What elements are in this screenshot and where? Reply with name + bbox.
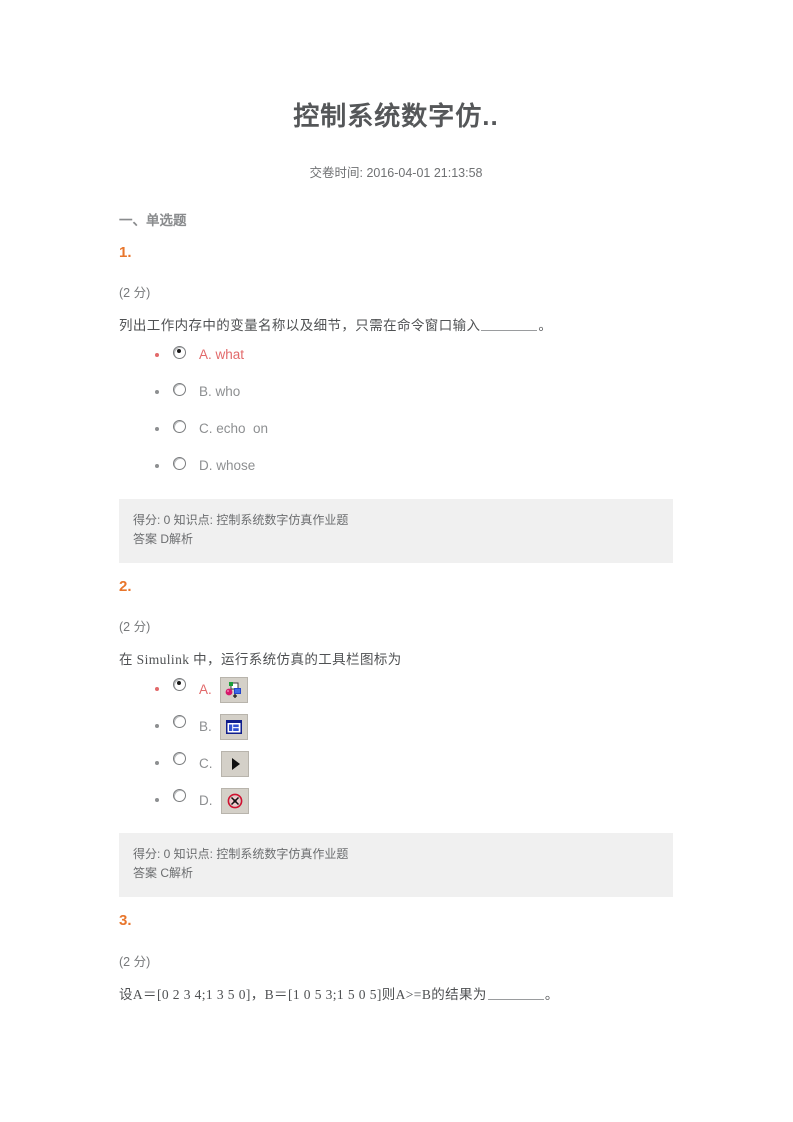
question-score: (2 分) bbox=[119, 620, 151, 635]
bullet-icon bbox=[155, 464, 159, 469]
option-label: A. what bbox=[199, 347, 245, 363]
answer-score-line: 得分: 0 知识点: 控制系统数字仿真作业题 bbox=[133, 846, 349, 861]
question-score: (2 分) bbox=[119, 954, 151, 969]
question-stem-text: 设A＝[0 2 3 4;1 3 5 0]，B＝[1 0 5 3;1 5 0 5]… bbox=[119, 986, 487, 1002]
option-label: B. bbox=[199, 718, 212, 734]
submit-time-value: 2016-04-01 21:13:58 bbox=[366, 165, 483, 180]
bullet-icon bbox=[155, 687, 159, 692]
radio-icon[interactable] bbox=[173, 714, 186, 728]
radio-icon[interactable] bbox=[173, 419, 186, 433]
option-label: B. who bbox=[199, 384, 241, 400]
radio-icon[interactable] bbox=[173, 456, 186, 470]
option-item-d[interactable]: D. whose bbox=[155, 448, 673, 485]
simulink-run-play-icon bbox=[220, 750, 249, 777]
question-number: 3. bbox=[119, 912, 132, 930]
answer-score-line: 得分: 0 知识点: 控制系统数字仿真作业题 bbox=[133, 512, 349, 527]
option-list: A. what B. who C. echo on D. whose bbox=[119, 337, 673, 485]
option-item-d[interactable]: D. bbox=[155, 782, 673, 819]
question-block: 2. (2 分) 在 Simulink 中，运行系统仿真的工具栏图标为 A. B… bbox=[119, 563, 673, 898]
question-stem-text: 在 Simulink 中，运行系统仿真的工具栏图标为 bbox=[119, 652, 402, 668]
bullet-icon bbox=[155, 353, 159, 358]
page-title: 控制系统数字仿.. bbox=[293, 101, 499, 131]
radio-icon[interactable] bbox=[173, 677, 186, 691]
answer-blank bbox=[481, 318, 538, 332]
bullet-icon bbox=[155, 798, 159, 803]
radio-icon[interactable] bbox=[173, 788, 186, 802]
answer-box: 得分: 0 知识点: 控制系统数字仿真作业题 答案 C解析 bbox=[119, 832, 673, 898]
option-item-b[interactable]: B. bbox=[155, 708, 673, 745]
simulink-new-model-icon bbox=[219, 676, 248, 703]
answer-key-line: 答案 D解析 bbox=[133, 531, 194, 546]
bullet-icon bbox=[155, 761, 159, 766]
exam-page: 控制系统数字仿.. 交卷时间: 2016-04-01 21:13:58 一、单选… bbox=[0, 0, 793, 1122]
question-stem: 在 Simulink 中，运行系统仿真的工具栏图标为 bbox=[119, 635, 673, 670]
question-number: 2. bbox=[119, 577, 132, 595]
option-item-b[interactable]: B. who bbox=[155, 374, 673, 411]
option-item-a[interactable]: A. bbox=[155, 671, 673, 708]
bullet-icon bbox=[155, 724, 159, 729]
question-stem: 设A＝[0 2 3 4;1 3 5 0]，B＝[1 0 5 3;1 5 0 5]… bbox=[119, 970, 673, 1005]
simulink-library-browser-icon bbox=[219, 713, 248, 740]
submit-time-line: 交卷时间: 2016-04-01 21:13:58 bbox=[119, 134, 673, 181]
option-label: D. bbox=[199, 792, 213, 808]
question-block: 3. (2 分) 设A＝[0 2 3 4;1 3 5 0]，B＝[1 0 5 3… bbox=[119, 897, 673, 1005]
submit-time-label: 交卷时间: bbox=[309, 165, 363, 180]
option-label: D. whose bbox=[199, 458, 256, 474]
option-label: C. bbox=[199, 755, 213, 771]
radio-icon[interactable] bbox=[173, 382, 186, 396]
option-item-c[interactable]: C. echo on bbox=[155, 411, 673, 448]
option-label: C. echo on bbox=[199, 421, 269, 437]
question-score: (2 分) bbox=[119, 286, 151, 301]
question-number: 1. bbox=[119, 243, 132, 261]
question-block: 1. (2 分) 列出工作内存中的变量名称以及细节，只需在命令窗口输入 。 A. … bbox=[119, 229, 673, 563]
option-item-a[interactable]: A. what bbox=[155, 337, 673, 374]
answer-key-line: 答案 C解析 bbox=[133, 865, 194, 880]
question-stem-text: 列出工作内存中的变量名称以及细节，只需在命令窗口输入 bbox=[119, 318, 481, 334]
option-list: A. B. C. D. bbox=[119, 671, 673, 819]
section-title: 一、单选题 bbox=[119, 212, 187, 228]
answer-box: 得分: 0 知识点: 控制系统数字仿真作业题 答案 D解析 bbox=[119, 498, 673, 563]
exam-content: 控制系统数字仿.. 交卷时间: 2016-04-01 21:13:58 一、单选… bbox=[119, 0, 673, 1005]
bullet-icon bbox=[155, 390, 159, 395]
answer-blank bbox=[487, 987, 544, 1000]
option-item-c[interactable]: C. bbox=[155, 745, 673, 782]
option-label: A. bbox=[199, 681, 212, 697]
radio-icon[interactable] bbox=[173, 751, 186, 765]
question-stem-tail: 。 bbox=[544, 986, 559, 1002]
simulink-stop-icon bbox=[220, 787, 249, 814]
question-stem-tail: 。 bbox=[538, 318, 553, 334]
bullet-icon bbox=[155, 427, 159, 432]
radio-icon[interactable] bbox=[173, 345, 186, 359]
question-stem: 列出工作内存中的变量名称以及细节，只需在命令窗口输入 。 bbox=[119, 301, 673, 336]
